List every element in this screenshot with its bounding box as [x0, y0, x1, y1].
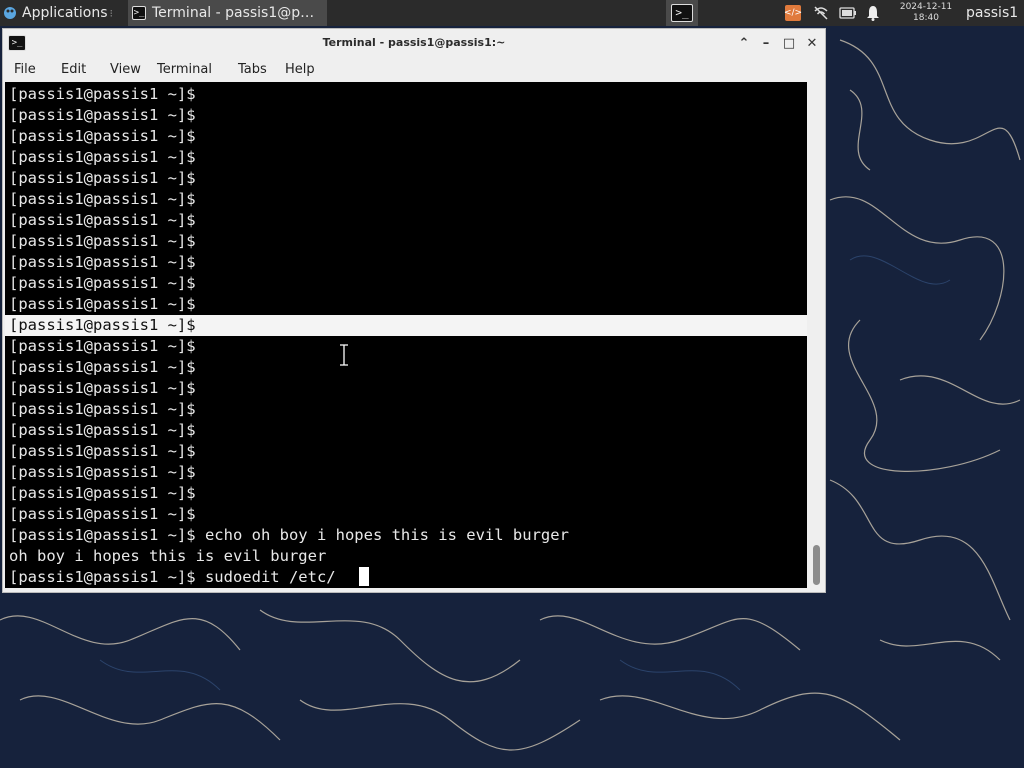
taskbar-terminal-button[interactable]: >_ Terminal - passis1@p…: [128, 0, 327, 26]
terminal-output[interactable]: [passis1@passis1 ~]$ [passis1@passis1 ~]…: [5, 82, 807, 588]
code-app-icon: </>: [784, 5, 802, 21]
panel-separator: ⁝: [109, 6, 114, 20]
shade-button[interactable]: ⌃: [735, 34, 753, 52]
maximize-button[interactable]: □: [780, 34, 798, 52]
text-cursor: [359, 567, 369, 586]
terminal-line: [passis1@passis1 ~]$ sudoedit /etc/: [9, 568, 336, 586]
terminal-line: [passis1@passis1 ~]$: [9, 106, 196, 124]
terminal-line: [passis1@passis1 ~]$: [9, 463, 196, 481]
menu-terminal[interactable]: Terminal: [157, 61, 212, 79]
user-menu-button[interactable]: passis1: [966, 0, 1024, 26]
menu-view[interactable]: View: [110, 61, 141, 79]
terminal-icon: >_: [132, 6, 146, 20]
menu-bar: File Edit View Terminal Tabs Help: [3, 57, 825, 82]
terminal-line: [passis1@passis1 ~]$: [9, 232, 196, 250]
terminal-line: [passis1@passis1 ~]$: [9, 211, 196, 229]
terminal-line: [passis1@passis1 ~]$: [9, 190, 196, 208]
xfce-mouse-icon: [4, 7, 16, 19]
menu-edit[interactable]: Edit: [61, 61, 86, 79]
launcher-terminal-button[interactable]: >_: [666, 0, 698, 26]
terminal-icon: >_: [671, 4, 693, 22]
bell-icon: [867, 6, 879, 21]
terminal-line: oh boy i hopes this is evil burger: [9, 547, 327, 565]
terminal-line: [passis1@passis1 ~]$: [9, 274, 196, 292]
terminal-line: [passis1@passis1 ~]$: [9, 358, 196, 376]
terminal-line: [passis1@passis1 ~]$: [9, 127, 196, 145]
menu-help[interactable]: Help: [285, 61, 315, 79]
terminal-line: [passis1@passis1 ~]$: [9, 484, 196, 502]
minimize-button[interactable]: –: [757, 34, 775, 52]
battery-button[interactable]: [838, 0, 858, 26]
clock-time: 18:40: [913, 13, 939, 23]
menu-file[interactable]: File: [14, 61, 36, 79]
applications-menu-button[interactable]: Applications ⁝: [0, 0, 128, 26]
terminal-line: [passis1@passis1 ~]$: [9, 379, 196, 397]
top-panel: Applications ⁝ >_ Terminal - passis1@p… …: [0, 0, 1024, 26]
ibeam-cursor-icon: [340, 344, 348, 366]
terminal-line: [passis1@passis1 ~]$ echo oh boy i hopes…: [9, 526, 569, 544]
terminal-line: [passis1@passis1 ~]$: [9, 253, 196, 271]
terminal-line: [passis1@passis1 ~]$: [9, 295, 196, 313]
battery-icon: [839, 7, 856, 19]
scrollbar-thumb[interactable]: [813, 545, 820, 585]
terminal-line: [passis1@passis1 ~]$: [9, 421, 196, 439]
terminal-line: [passis1@passis1 ~]$: [9, 400, 196, 418]
notifications-button[interactable]: [864, 0, 882, 26]
terminal-line: [passis1@passis1 ~]$: [9, 169, 196, 187]
taskbar-terminal-label: Terminal - passis1@p…: [152, 5, 315, 21]
terminal-window: >_ Terminal - passis1@passis1:~ ⌃ – □ ✕ …: [2, 28, 826, 593]
terminal-line: [passis1@passis1 ~]$: [9, 85, 196, 103]
clock[interactable]: 2024-12-11 18:40: [892, 0, 960, 26]
window-titlebar[interactable]: >_ Terminal - passis1@passis1:~ ⌃ – □ ✕: [3, 29, 825, 57]
network-button[interactable]: [812, 0, 830, 26]
close-button[interactable]: ✕: [803, 34, 821, 52]
terminal-line-selected: [passis1@passis1 ~]$: [5, 315, 807, 336]
network-disconnected-icon: [814, 6, 828, 20]
window-title: Terminal - passis1@passis1:~: [322, 36, 506, 49]
terminal-scrollbar[interactable]: [809, 82, 825, 588]
menu-tabs[interactable]: Tabs: [238, 61, 267, 79]
clock-date: 2024-12-11: [899, 2, 953, 12]
applications-label: Applications: [22, 5, 108, 21]
terminal-line: [passis1@passis1 ~]$: [9, 148, 196, 166]
terminal-line: [passis1@passis1 ~]$: [9, 505, 196, 523]
terminal-line: [passis1@passis1 ~]$: [9, 337, 196, 355]
terminal-line: [passis1@passis1 ~]$: [9, 442, 196, 460]
tray-app-button[interactable]: </>: [784, 0, 803, 26]
